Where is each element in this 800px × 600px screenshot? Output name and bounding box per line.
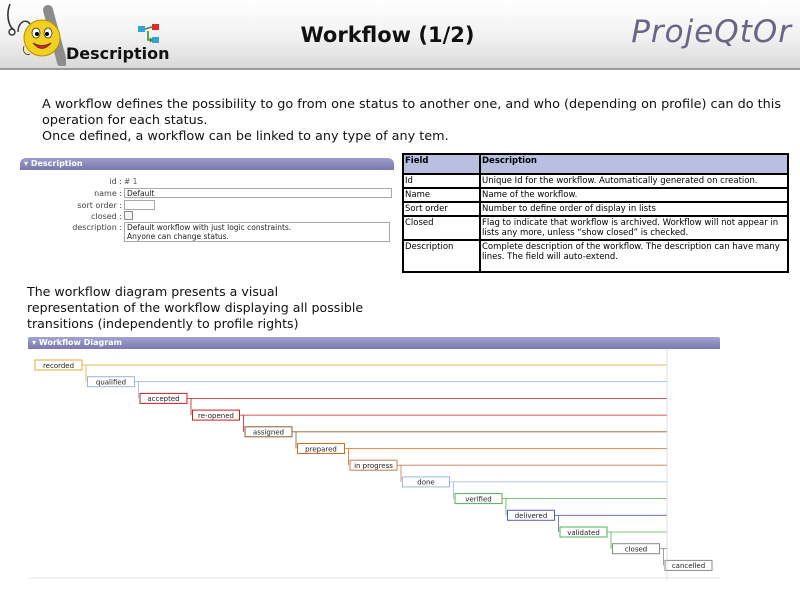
sort-order-label: sort order : xyxy=(77,201,122,210)
diagram-text-line-3: transitions (independently to profile ri… xyxy=(27,316,299,331)
table-row: Closed Flag to indicate that workflow is… xyxy=(402,215,789,241)
table-cell-description: Name of the workflow. xyxy=(479,187,789,203)
diagram-text-line-2: representation of the workflow displayin… xyxy=(27,300,364,315)
diagram-text-line-1: The workflow diagram presents a visual xyxy=(27,284,279,299)
status-label: assigned xyxy=(253,429,284,437)
status-label: verified xyxy=(465,495,491,503)
table-row: Id Unique Id for the workflow. Automatic… xyxy=(402,173,789,189)
brand-logo-text: ProjeQtOr xyxy=(631,14,792,50)
table-cell-description: Flag to indicate that workflow is archiv… xyxy=(479,215,789,241)
status-label: qualified xyxy=(96,379,126,387)
description-row: description : Default workflow with just… xyxy=(20,222,394,242)
name-input[interactable]: Default xyxy=(124,188,392,198)
workflow-diagram-panel: ▾ Workflow Diagram recorded qualified acce… xyxy=(28,337,720,581)
description-panel: ▾ Description id : # 1 name : Default so… xyxy=(20,158,394,244)
table-cell-field: Id xyxy=(402,173,481,189)
slide-header: Description Workflow (1/2) ProjeQtOr xyxy=(0,0,800,70)
table-row: Sort order Number to define order of dis… xyxy=(402,201,789,217)
description-textarea[interactable]: Default workflow with just logic constra… xyxy=(124,222,390,242)
table-cell-description: Unique Id for the workflow. Automaticall… xyxy=(479,173,789,189)
table-header-field: Field xyxy=(402,153,481,175)
status-label: done xyxy=(417,479,434,487)
description-text-line-2: Anyone can change status. xyxy=(127,232,229,241)
name-row: name : Default xyxy=(20,188,394,199)
description-panel-title: Description xyxy=(30,159,83,168)
name-label: name : xyxy=(94,189,122,198)
id-label: id : xyxy=(109,177,122,186)
sort-order-row: sort order : xyxy=(20,200,394,211)
table-cell-field: Description xyxy=(402,239,481,273)
table-cell-field: Closed xyxy=(402,215,481,241)
status-label: in progress xyxy=(354,462,393,470)
workflow-diagram-title: Workflow Diagram xyxy=(38,338,122,347)
status-label: re-opened xyxy=(198,412,234,420)
id-row: id : # 1 xyxy=(20,176,394,187)
intro-line-1: A workflow defines the possibility to go… xyxy=(42,97,781,128)
table-row: Name Name of the workflow. xyxy=(402,187,789,203)
intro-line-2: Once defined, a workflow can be linked t… xyxy=(42,129,449,144)
table-cell-description: Complete description of the workflow. Th… xyxy=(479,239,789,273)
description-label: description : xyxy=(72,223,122,232)
description-text-line-1: Default workflow with just logic constra… xyxy=(127,223,292,232)
workflow-diagram-header[interactable]: ▾ Workflow Diagram xyxy=(28,337,720,349)
table-header-row: Field Description xyxy=(402,153,789,175)
table-row: Description Complete description of the … xyxy=(402,239,789,273)
status-label: closed xyxy=(625,546,647,554)
description-panel-header[interactable]: ▾ Description xyxy=(20,158,394,170)
closed-row: closed : xyxy=(20,211,394,222)
table-cell-field: Name xyxy=(402,187,481,203)
table-cell-description: Number to define order of display in lis… xyxy=(479,201,789,217)
table-cell-field: Sort order xyxy=(402,201,481,217)
closed-checkbox[interactable] xyxy=(124,211,133,220)
diagram-intro-text: The workflow diagram presents a visual r… xyxy=(27,284,387,332)
status-label: accepted xyxy=(147,395,179,403)
closed-label: closed : xyxy=(91,212,122,221)
status-label: cancelled xyxy=(672,562,705,570)
sort-order-input[interactable] xyxy=(124,200,155,210)
intro-text: A workflow defines the possibility to go… xyxy=(42,97,794,145)
status-label: recorded xyxy=(43,362,74,370)
workflow-diagram-canvas: recorded qualified accepted re-opened assign… xyxy=(28,349,720,581)
field-table: Field Description Id Unique Id for the w… xyxy=(402,153,789,273)
status-label: delivered xyxy=(515,512,548,520)
id-value: # 1 xyxy=(124,177,138,186)
status-label: prepared xyxy=(305,445,337,453)
table-header-description: Description xyxy=(479,153,789,175)
status-label: validated xyxy=(567,529,600,537)
